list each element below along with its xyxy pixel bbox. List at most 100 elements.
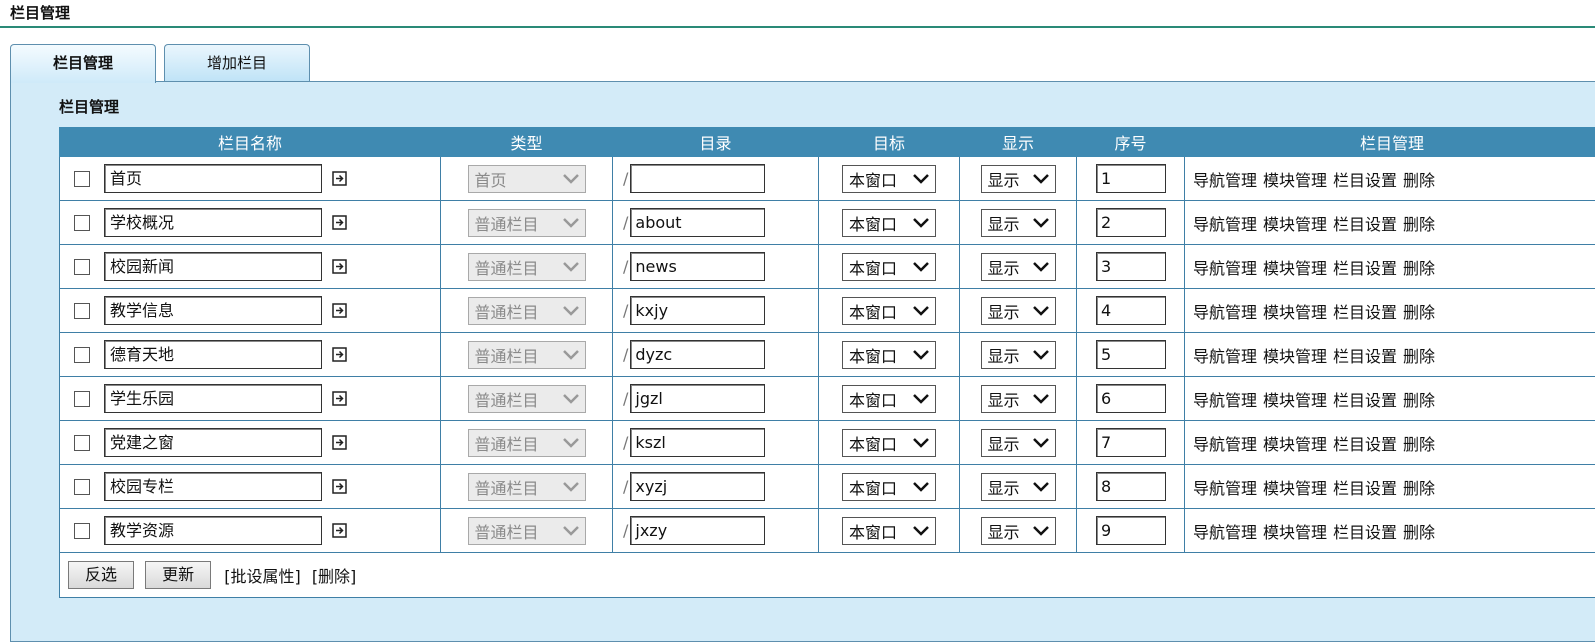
column-settings-link[interactable]: 栏目设置 [1333, 259, 1397, 278]
target-select[interactable]: 本窗口 [842, 384, 936, 413]
row-checkbox[interactable] [74, 214, 90, 231]
nav-manage-link[interactable]: 导航管理 [1193, 435, 1257, 454]
display-select[interactable]: 显示 [980, 340, 1056, 369]
invert-selection-button[interactable]: 反选 [68, 561, 135, 589]
column-settings-link[interactable]: 栏目设置 [1333, 479, 1397, 498]
column-settings-link[interactable]: 栏目设置 [1333, 435, 1397, 454]
target-select[interactable]: 本窗口 [842, 164, 936, 193]
module-manage-link[interactable]: 模块管理 [1263, 435, 1327, 454]
module-manage-link[interactable]: 模块管理 [1263, 171, 1327, 190]
target-select[interactable]: 本窗口 [842, 208, 936, 237]
directory-input[interactable]: about [630, 208, 766, 237]
row-checkbox[interactable] [74, 390, 90, 407]
column-settings-link[interactable]: 栏目设置 [1333, 523, 1397, 542]
delete-link[interactable]: 删除 [1403, 479, 1435, 498]
row-checkbox[interactable] [74, 522, 90, 539]
update-button[interactable]: 更新 [145, 561, 212, 589]
order-input[interactable]: 7 [1096, 428, 1166, 457]
tab-column-manage[interactable]: 栏目管理 [10, 44, 156, 83]
column-name-input[interactable]: 校园专栏 [104, 472, 322, 501]
column-name-input[interactable]: 学生乐园 [104, 384, 322, 413]
module-manage-link[interactable]: 模块管理 [1263, 215, 1327, 234]
directory-input[interactable]: jxzy [630, 516, 766, 545]
external-link-icon[interactable] [332, 171, 347, 186]
tab-add-column[interactable]: 增加栏目 [164, 44, 310, 82]
delete-link[interactable]: 删除 [1403, 171, 1435, 190]
display-select[interactable]: 显示 [980, 164, 1056, 193]
row-checkbox[interactable] [74, 346, 90, 363]
column-name-input[interactable]: 党建之窗 [104, 428, 322, 457]
order-input[interactable]: 9 [1096, 516, 1166, 545]
external-link-icon[interactable] [332, 391, 347, 406]
delete-link[interactable]: 删除 [1403, 215, 1435, 234]
nav-manage-link[interactable]: 导航管理 [1193, 479, 1257, 498]
batch-delete-link[interactable]: [删除] [312, 567, 357, 586]
column-name-input[interactable]: 德育天地 [104, 340, 322, 369]
module-manage-link[interactable]: 模块管理 [1263, 479, 1327, 498]
directory-input[interactable]: news [630, 252, 766, 281]
display-select[interactable]: 显示 [980, 296, 1056, 325]
row-checkbox[interactable] [74, 258, 90, 275]
batch-properties-link[interactable]: [批设属性] [224, 567, 301, 586]
order-input[interactable]: 2 [1096, 208, 1166, 237]
external-link-icon[interactable] [332, 479, 347, 494]
order-input[interactable]: 8 [1096, 472, 1166, 501]
row-checkbox[interactable] [74, 434, 90, 451]
display-select[interactable]: 显示 [980, 384, 1056, 413]
directory-input[interactable]: jgzl [630, 384, 766, 413]
nav-manage-link[interactable]: 导航管理 [1193, 391, 1257, 410]
target-select[interactable]: 本窗口 [842, 296, 936, 325]
column-settings-link[interactable]: 栏目设置 [1333, 391, 1397, 410]
external-link-icon[interactable] [332, 347, 347, 362]
order-input[interactable]: 3 [1096, 252, 1166, 281]
nav-manage-link[interactable]: 导航管理 [1193, 303, 1257, 322]
module-manage-link[interactable]: 模块管理 [1263, 391, 1327, 410]
nav-manage-link[interactable]: 导航管理 [1193, 347, 1257, 366]
display-select[interactable]: 显示 [980, 472, 1056, 501]
external-link-icon[interactable] [332, 303, 347, 318]
delete-link[interactable]: 删除 [1403, 391, 1435, 410]
directory-input[interactable] [630, 164, 766, 193]
column-settings-link[interactable]: 栏目设置 [1333, 171, 1397, 190]
column-name-input[interactable]: 教学资源 [104, 516, 322, 545]
delete-link[interactable]: 删除 [1403, 303, 1435, 322]
order-input[interactable]: 4 [1096, 296, 1166, 325]
display-select[interactable]: 显示 [980, 208, 1056, 237]
column-name-input[interactable]: 学校概况 [104, 208, 322, 237]
delete-link[interactable]: 删除 [1403, 347, 1435, 366]
nav-manage-link[interactable]: 导航管理 [1193, 171, 1257, 190]
directory-input[interactable]: dyzc [630, 340, 766, 369]
order-input[interactable]: 6 [1096, 384, 1166, 413]
module-manage-link[interactable]: 模块管理 [1263, 523, 1327, 542]
display-select[interactable]: 显示 [980, 428, 1056, 457]
delete-link[interactable]: 删除 [1403, 523, 1435, 542]
row-checkbox[interactable] [74, 478, 90, 495]
delete-link[interactable]: 删除 [1403, 259, 1435, 278]
external-link-icon[interactable] [332, 215, 347, 230]
order-input[interactable]: 5 [1096, 340, 1166, 369]
module-manage-link[interactable]: 模块管理 [1263, 347, 1327, 366]
column-settings-link[interactable]: 栏目设置 [1333, 215, 1397, 234]
external-link-icon[interactable] [332, 259, 347, 274]
target-select[interactable]: 本窗口 [842, 472, 936, 501]
order-input[interactable]: 1 [1096, 164, 1166, 193]
nav-manage-link[interactable]: 导航管理 [1193, 523, 1257, 542]
target-select[interactable]: 本窗口 [842, 516, 936, 545]
target-select[interactable]: 本窗口 [842, 428, 936, 457]
directory-input[interactable]: xyzj [630, 472, 766, 501]
column-settings-link[interactable]: 栏目设置 [1333, 347, 1397, 366]
external-link-icon[interactable] [332, 523, 347, 538]
column-name-input[interactable]: 首页 [104, 164, 322, 193]
display-select[interactable]: 显示 [980, 516, 1056, 545]
display-select[interactable]: 显示 [980, 252, 1056, 281]
nav-manage-link[interactable]: 导航管理 [1193, 259, 1257, 278]
module-manage-link[interactable]: 模块管理 [1263, 303, 1327, 322]
column-settings-link[interactable]: 栏目设置 [1333, 303, 1397, 322]
row-checkbox[interactable] [74, 302, 90, 319]
row-checkbox[interactable] [74, 170, 90, 187]
target-select[interactable]: 本窗口 [842, 252, 936, 281]
directory-input[interactable]: kxjy [630, 296, 766, 325]
nav-manage-link[interactable]: 导航管理 [1193, 215, 1257, 234]
target-select[interactable]: 本窗口 [842, 340, 936, 369]
column-name-input[interactable]: 教学信息 [104, 296, 322, 325]
